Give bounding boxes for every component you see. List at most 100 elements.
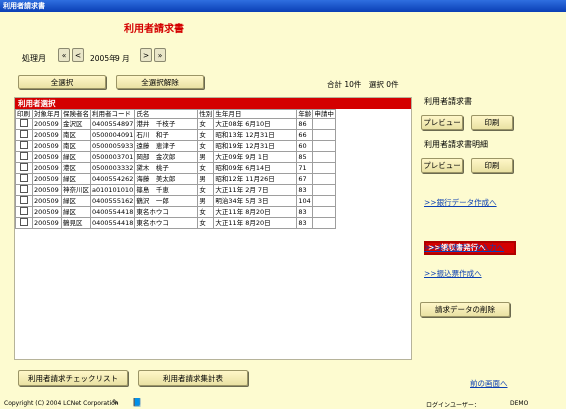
delete-invoice-button[interactable]: 請求データの削除 <box>420 302 510 317</box>
select-all-button[interactable]: 全選択 <box>18 75 106 89</box>
col-gender: 性別 <box>197 109 215 119</box>
table-cell: 緑区 <box>61 195 91 207</box>
table-row[interactable]: 200509 緑区 0400555162 鶴沢 一郎男明治34年 5月 3日 104 <box>15 195 336 207</box>
selection-summary: 合計 10件 選択 0件 <box>327 80 399 89</box>
row-checkbox-cell[interactable] <box>15 162 33 174</box>
table-cell: 0400554262 <box>89 173 136 185</box>
table-cell: 66 <box>296 129 314 141</box>
table-row[interactable]: 200509 神奈川区 a010101010 篠島 千恵女大正11年 2月 7日 83 <box>15 184 336 196</box>
table-cell: 鶴沢 一郎 <box>134 195 199 207</box>
table-cell <box>312 118 336 130</box>
row-checkbox-cell[interactable] <box>15 173 33 185</box>
table-row[interactable]: 200509 港区 0500003332 黛木 桃子女昭和09年 6月14日 71 <box>15 162 336 174</box>
row-checkbox-cell[interactable] <box>15 151 33 163</box>
row-checkbox[interactable] <box>20 174 28 182</box>
detail-print-button[interactable]: 印刷 <box>471 158 513 173</box>
table-cell: 200509 <box>32 129 62 141</box>
row-checkbox[interactable] <box>20 141 28 149</box>
period-month: 9 月 <box>115 54 130 63</box>
back-link[interactable]: 前の画面へ <box>470 378 508 389</box>
table-cell: 海藤 美太郎 <box>134 173 199 185</box>
row-checkbox-cell[interactable] <box>15 206 33 218</box>
table-cell <box>312 129 336 141</box>
table-cell: 昭和13年 12月31日 <box>213 129 298 141</box>
table-cell: 篠島 千恵 <box>134 184 199 196</box>
row-checkbox[interactable] <box>20 207 28 215</box>
detail-preview-button[interactable]: プレビュー <box>421 158 463 173</box>
user-table: 印刷 対象年月 保険者名 利用者コード 氏名 性別 生年月日 年齢 申請中 20… <box>15 109 336 229</box>
login-user: DEMO <box>510 400 529 407</box>
table-cell: 明治34年 5月 3日 <box>213 195 298 207</box>
col-month: 対象年月 <box>32 109 62 119</box>
prev-year-button[interactable]: « <box>58 48 70 62</box>
deselect-all-button[interactable]: 全選択解除 <box>116 75 204 89</box>
table-cell: 女 <box>197 129 215 141</box>
table-header-row: 印刷 対象年月 保険者名 利用者コード 氏名 性別 生年月日 年齢 申請中 <box>15 109 336 119</box>
table-cell <box>312 173 336 185</box>
table-cell: 遠藤 恵津子 <box>134 140 199 152</box>
page-heading: 利用者請求書 <box>124 24 184 35</box>
table-row[interactable]: 200509 緑区 0400554418 東名ホウコ女大正11年 8月20日 83 <box>15 206 336 218</box>
table-cell <box>312 184 336 196</box>
table-row[interactable]: 200509 金沢区 0400554897 港井 千枝子女大正08年 6月10日 86 <box>15 118 336 130</box>
next-month-button[interactable]: > <box>140 48 152 62</box>
table-row[interactable]: 200509 緑区 0500003701 岡部 金次郎男大正09年 9月 1日 85 <box>15 151 336 163</box>
row-checkbox[interactable] <box>20 130 28 138</box>
table-cell: 女 <box>197 118 215 130</box>
table-cell: 岡部 金次郎 <box>134 151 199 163</box>
table-cell: 南区 <box>61 129 91 141</box>
table-cell: 昭和12年 11月26日 <box>213 173 298 185</box>
bank-data-link[interactable]: >>銀行データ作成へ <box>424 197 497 208</box>
transfer-slip-link[interactable]: >>振込票作成へ <box>424 268 482 279</box>
table-cell: 昭和09年 6月14日 <box>213 162 298 174</box>
row-checkbox[interactable] <box>20 119 28 127</box>
table-cell: 0400554418 <box>89 217 136 229</box>
table-cell: 大正09年 9月 1日 <box>213 151 298 163</box>
table-cell: 女 <box>197 162 215 174</box>
main-panel: 利用者請求書 処理月 « < 2005年 9 月 > » 全選択 全選択解除 合… <box>0 12 566 409</box>
table-cell <box>312 206 336 218</box>
table-cell: 南区 <box>61 140 91 152</box>
row-checkbox-cell[interactable] <box>15 184 33 196</box>
row-checkbox-cell[interactable] <box>15 118 33 130</box>
row-checkbox-cell[interactable] <box>15 140 33 152</box>
col-name: 氏名 <box>134 109 199 119</box>
row-checkbox-cell[interactable] <box>15 129 33 141</box>
prev-month-button[interactable]: < <box>72 48 84 62</box>
table-cell: 金沢区 <box>61 118 91 130</box>
row-checkbox[interactable] <box>20 196 28 204</box>
table-cell: 昭和19年 12月31日 <box>213 140 298 152</box>
table-cell: 男 <box>197 151 215 163</box>
table-cell: 200509 <box>32 173 62 185</box>
unpaid-data-link[interactable]: >>未入金データ入力へ <box>424 242 504 253</box>
row-checkbox[interactable] <box>20 185 28 193</box>
row-checkbox[interactable] <box>20 163 28 171</box>
table-cell: 200509 <box>32 118 62 130</box>
table-cell: 83 <box>296 217 314 229</box>
table-cell: 200509 <box>32 217 62 229</box>
table-cell: 緑区 <box>61 173 91 185</box>
window-title-bar: 利用者請求書 <box>0 0 566 12</box>
invoice-preview-button[interactable]: プレビュー <box>421 115 463 130</box>
window-title: 利用者請求書 <box>3 2 45 10</box>
col-insurer: 保険者名 <box>61 109 91 119</box>
table-cell: 0500003701 <box>89 151 136 163</box>
table-cell: 大正08年 6月10日 <box>213 118 298 130</box>
summary-table-button[interactable]: 利用者請求集計表 <box>138 370 248 386</box>
invoice-print-button[interactable]: 印刷 <box>471 115 513 130</box>
row-checkbox-cell[interactable] <box>15 217 33 229</box>
row-checkbox[interactable] <box>20 152 28 160</box>
table-row[interactable]: 200509 緑区 0400554262 海藤 美太郎男昭和12年 11月26日 67 <box>15 173 336 185</box>
checklist-button[interactable]: 利用者請求チェックリスト <box>18 370 128 386</box>
table-cell: 女 <box>197 184 215 196</box>
table-row[interactable]: 200509 南区 0500004091 石川 和子女昭和13年 12月31日 66 <box>15 129 336 141</box>
row-checkbox-cell[interactable] <box>15 195 33 207</box>
row-checkbox[interactable] <box>20 218 28 226</box>
table-row[interactable]: 200509 鶴見区 0400554418 東名ホウコ女大正11年 8月20日 83 <box>15 217 336 229</box>
next-year-button[interactable]: » <box>154 48 166 62</box>
table-row[interactable]: 200509 南区 0500005933 遠藤 恵津子女昭和19年 12月31日 60 <box>15 140 336 152</box>
login-label: ログインユーザー： <box>426 402 480 409</box>
table-cell: 女 <box>197 140 215 152</box>
table-cell: 神奈川区 <box>61 184 91 196</box>
table-cell <box>312 151 336 163</box>
